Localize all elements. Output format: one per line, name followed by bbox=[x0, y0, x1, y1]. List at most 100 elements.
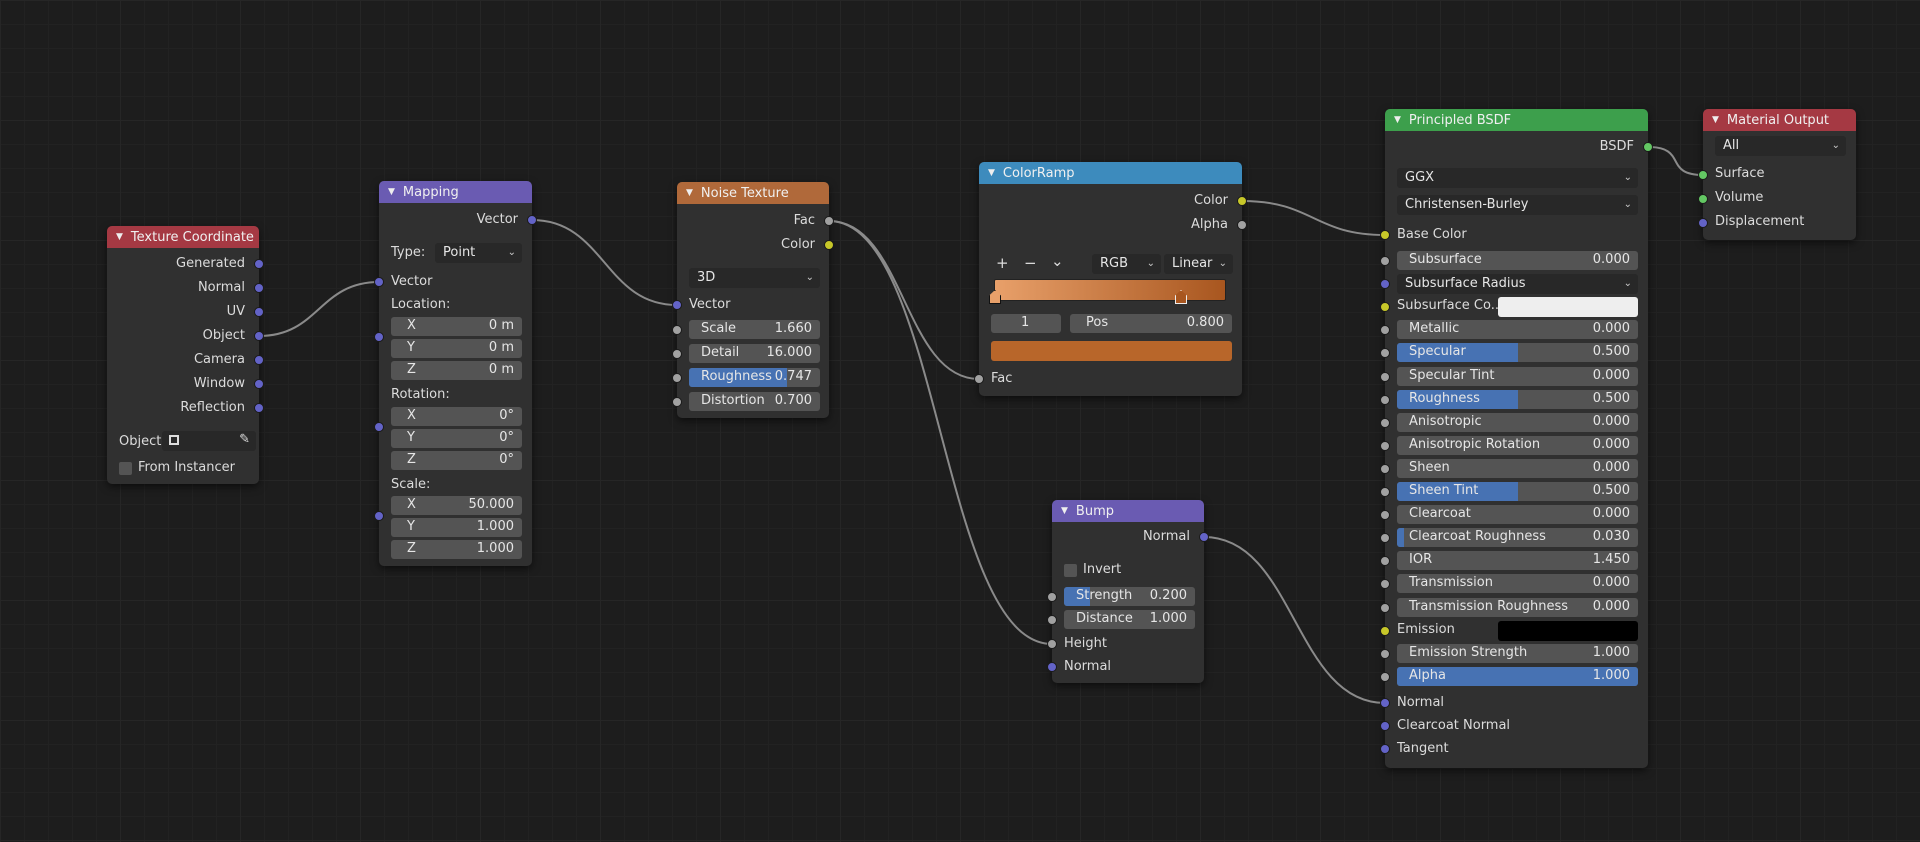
target-dropdown[interactable]: All ⌄ bbox=[1715, 136, 1846, 156]
active-stop-index[interactable]: 1 bbox=[991, 314, 1061, 333]
node-header[interactable]: ▼ Bump bbox=[1052, 500, 1204, 522]
socket-subsurface-co[interactable] bbox=[1380, 302, 1390, 312]
distortion-field[interactable]: Distortion 0.700 bbox=[689, 392, 820, 411]
link-object-to-mapping[interactable] bbox=[258, 281, 380, 337]
node-texture-coordinate[interactable]: ▼ Texture Coordinate Generated Normal UV… bbox=[107, 226, 264, 484]
socket-rotation[interactable] bbox=[374, 422, 384, 432]
clearcoat-field[interactable]: Clearcoat 0.000 bbox=[1397, 505, 1638, 524]
subsurface-co-color-swatch[interactable] bbox=[1498, 297, 1638, 317]
strength-field[interactable]: Strength 0.200 bbox=[1064, 587, 1195, 606]
link-mapping-to-noise[interactable] bbox=[531, 219, 678, 306]
transmission-field[interactable]: Transmission 0.000 bbox=[1397, 574, 1638, 593]
link-colorramp-to-bsdf[interactable] bbox=[1241, 200, 1386, 236]
rotation-z-field[interactable]: Z 0° bbox=[391, 451, 522, 470]
specular-field[interactable]: Specular 0.500 bbox=[1397, 343, 1638, 362]
node-colorramp[interactable]: ▼ ColorRamp Color Alpha + − ⌄ RGB ⌄ Line… bbox=[974, 162, 1247, 396]
socket-normal-out[interactable] bbox=[1199, 532, 1209, 542]
socket-anisotropic-rotation[interactable] bbox=[1380, 441, 1390, 451]
socket-subsurface-radius[interactable] bbox=[1380, 279, 1390, 289]
socket-vector-in[interactable] bbox=[672, 300, 682, 310]
transmission-roughness-field[interactable]: Transmission Roughness 0.000 bbox=[1397, 598, 1638, 617]
socket-color-out[interactable] bbox=[824, 240, 834, 250]
node-principled-bsdf[interactable]: ▼ Principled BSDF BSDF GGX ⌄ Christensen… bbox=[1380, 109, 1653, 768]
dimensions-dropdown[interactable]: 3D ⌄ bbox=[689, 268, 820, 288]
sheen-field[interactable]: Sheen 0.000 bbox=[1397, 459, 1638, 478]
remove-stop-icon[interactable]: − bbox=[1024, 254, 1037, 272]
node-header[interactable]: ▼ Texture Coordinate bbox=[107, 226, 259, 248]
emission-strength-field[interactable]: Emission Strength 1.000 bbox=[1397, 644, 1638, 663]
socket-height[interactable] bbox=[1047, 639, 1057, 649]
subsurface-method-dropdown[interactable]: Christensen-Burley ⌄ bbox=[1397, 195, 1638, 215]
roughness-field[interactable]: Roughness 0.500 bbox=[1397, 390, 1638, 409]
invert-checkbox[interactable] bbox=[1064, 564, 1077, 577]
subsurface-radius-dropdown[interactable]: Subsurface Radius ⌄ bbox=[1397, 274, 1638, 294]
socket-emission[interactable] bbox=[1380, 626, 1390, 636]
distribution-dropdown[interactable]: GGX ⌄ bbox=[1397, 168, 1638, 188]
socket-clearcoat[interactable] bbox=[1380, 510, 1390, 520]
socket-window[interactable] bbox=[254, 379, 264, 389]
socket-reflection[interactable] bbox=[254, 403, 264, 413]
location-y-field[interactable]: Y 0 m bbox=[391, 339, 522, 358]
socket-uv[interactable] bbox=[254, 307, 264, 317]
socket-volume[interactable] bbox=[1698, 194, 1708, 204]
socket-roughness[interactable] bbox=[1380, 395, 1390, 405]
scale-z-field[interactable]: Z 1.000 bbox=[391, 540, 522, 559]
node-material-output[interactable]: ▼ Material Output All ⌄ Surface Volume D… bbox=[1698, 109, 1856, 240]
anisotropic-rotation-field[interactable]: Anisotropic Rotation 0.000 bbox=[1397, 436, 1638, 455]
roughness-field[interactable]: Roughness 0.747 bbox=[689, 368, 820, 387]
socket-vector-in[interactable] bbox=[374, 277, 384, 287]
socket-surface[interactable] bbox=[1698, 170, 1708, 180]
distance-field[interactable]: Distance 1.000 bbox=[1064, 610, 1195, 629]
collapse-triangle-icon[interactable]: ▼ bbox=[1712, 115, 1719, 125]
collapse-triangle-icon[interactable]: ▼ bbox=[1394, 115, 1401, 125]
interpolation-dropdown[interactable]: Linear ⌄ bbox=[1164, 254, 1233, 274]
location-x-field[interactable]: X 0 m bbox=[391, 317, 522, 336]
scale-y-field[interactable]: Y 1.000 bbox=[391, 518, 522, 537]
socket-clearcoat-normal[interactable] bbox=[1380, 721, 1390, 731]
node-bump[interactable]: ▼ Bump Normal Invert Strength 0.200 Dista… bbox=[1047, 500, 1209, 683]
socket-strength[interactable] bbox=[1047, 592, 1057, 602]
socket-distortion[interactable] bbox=[672, 397, 682, 407]
socket-displacement[interactable] bbox=[1698, 218, 1708, 228]
location-z-field[interactable]: Z 0 m bbox=[391, 361, 522, 380]
socket-normal-in[interactable] bbox=[1047, 662, 1057, 672]
socket-transmission[interactable] bbox=[1380, 579, 1390, 589]
socket-bsdf-out[interactable] bbox=[1643, 142, 1653, 152]
socket-fac-out[interactable] bbox=[824, 216, 834, 226]
socket-tangent[interactable] bbox=[1380, 744, 1390, 754]
ior-field[interactable]: IOR 1.450 bbox=[1397, 551, 1638, 570]
socket-scale[interactable] bbox=[374, 511, 384, 521]
sheen-tint-field[interactable]: Sheen Tint 0.500 bbox=[1397, 482, 1638, 501]
ramp-menu-chevron-icon[interactable]: ⌄ bbox=[1051, 252, 1064, 270]
socket-base-color[interactable] bbox=[1380, 230, 1390, 240]
node-header[interactable]: ▼ Principled BSDF bbox=[1385, 109, 1648, 131]
node-header[interactable]: ▼ Material Output bbox=[1703, 109, 1856, 131]
node-header[interactable]: ▼ Mapping bbox=[379, 181, 532, 203]
stop-position-field[interactable]: Pos 0.800 bbox=[1070, 314, 1232, 333]
socket-color-out[interactable] bbox=[1237, 196, 1247, 206]
collapse-triangle-icon[interactable]: ▼ bbox=[686, 188, 693, 198]
socket-distance[interactable] bbox=[1047, 615, 1057, 625]
socket-camera[interactable] bbox=[254, 355, 264, 365]
metallic-field[interactable]: Metallic 0.000 bbox=[1397, 320, 1638, 339]
node-mapping[interactable]: ▼ Mapping Vector Type: Point ⌄ Vector Lo… bbox=[374, 181, 537, 566]
subsurface-field[interactable]: Subsurface 0.000 bbox=[1397, 251, 1638, 270]
socket-specular[interactable] bbox=[1380, 348, 1390, 358]
link-bsdf-to-output[interactable] bbox=[1647, 146, 1704, 176]
socket-transmission-roughness[interactable] bbox=[1380, 603, 1390, 613]
rotation-x-field[interactable]: X 0° bbox=[391, 407, 522, 426]
collapse-triangle-icon[interactable]: ▼ bbox=[988, 168, 995, 178]
socket-object[interactable] bbox=[254, 331, 264, 341]
socket-scale[interactable] bbox=[672, 325, 682, 335]
socket-fac-in[interactable] bbox=[974, 374, 984, 384]
color-mode-dropdown[interactable]: RGB ⌄ bbox=[1092, 254, 1161, 274]
socket-normal[interactable] bbox=[1380, 698, 1390, 708]
socket-vector-out[interactable] bbox=[527, 215, 537, 225]
node-header[interactable]: ▼ ColorRamp bbox=[979, 162, 1242, 184]
type-dropdown[interactable]: Point ⌄ bbox=[435, 243, 522, 263]
object-picker-field[interactable]: ✎ bbox=[162, 431, 256, 451]
socket-alpha-out[interactable] bbox=[1237, 220, 1247, 230]
socket-roughness[interactable] bbox=[672, 373, 682, 383]
socket-location[interactable] bbox=[374, 332, 384, 342]
color-ramp-gradient[interactable] bbox=[994, 279, 1226, 301]
